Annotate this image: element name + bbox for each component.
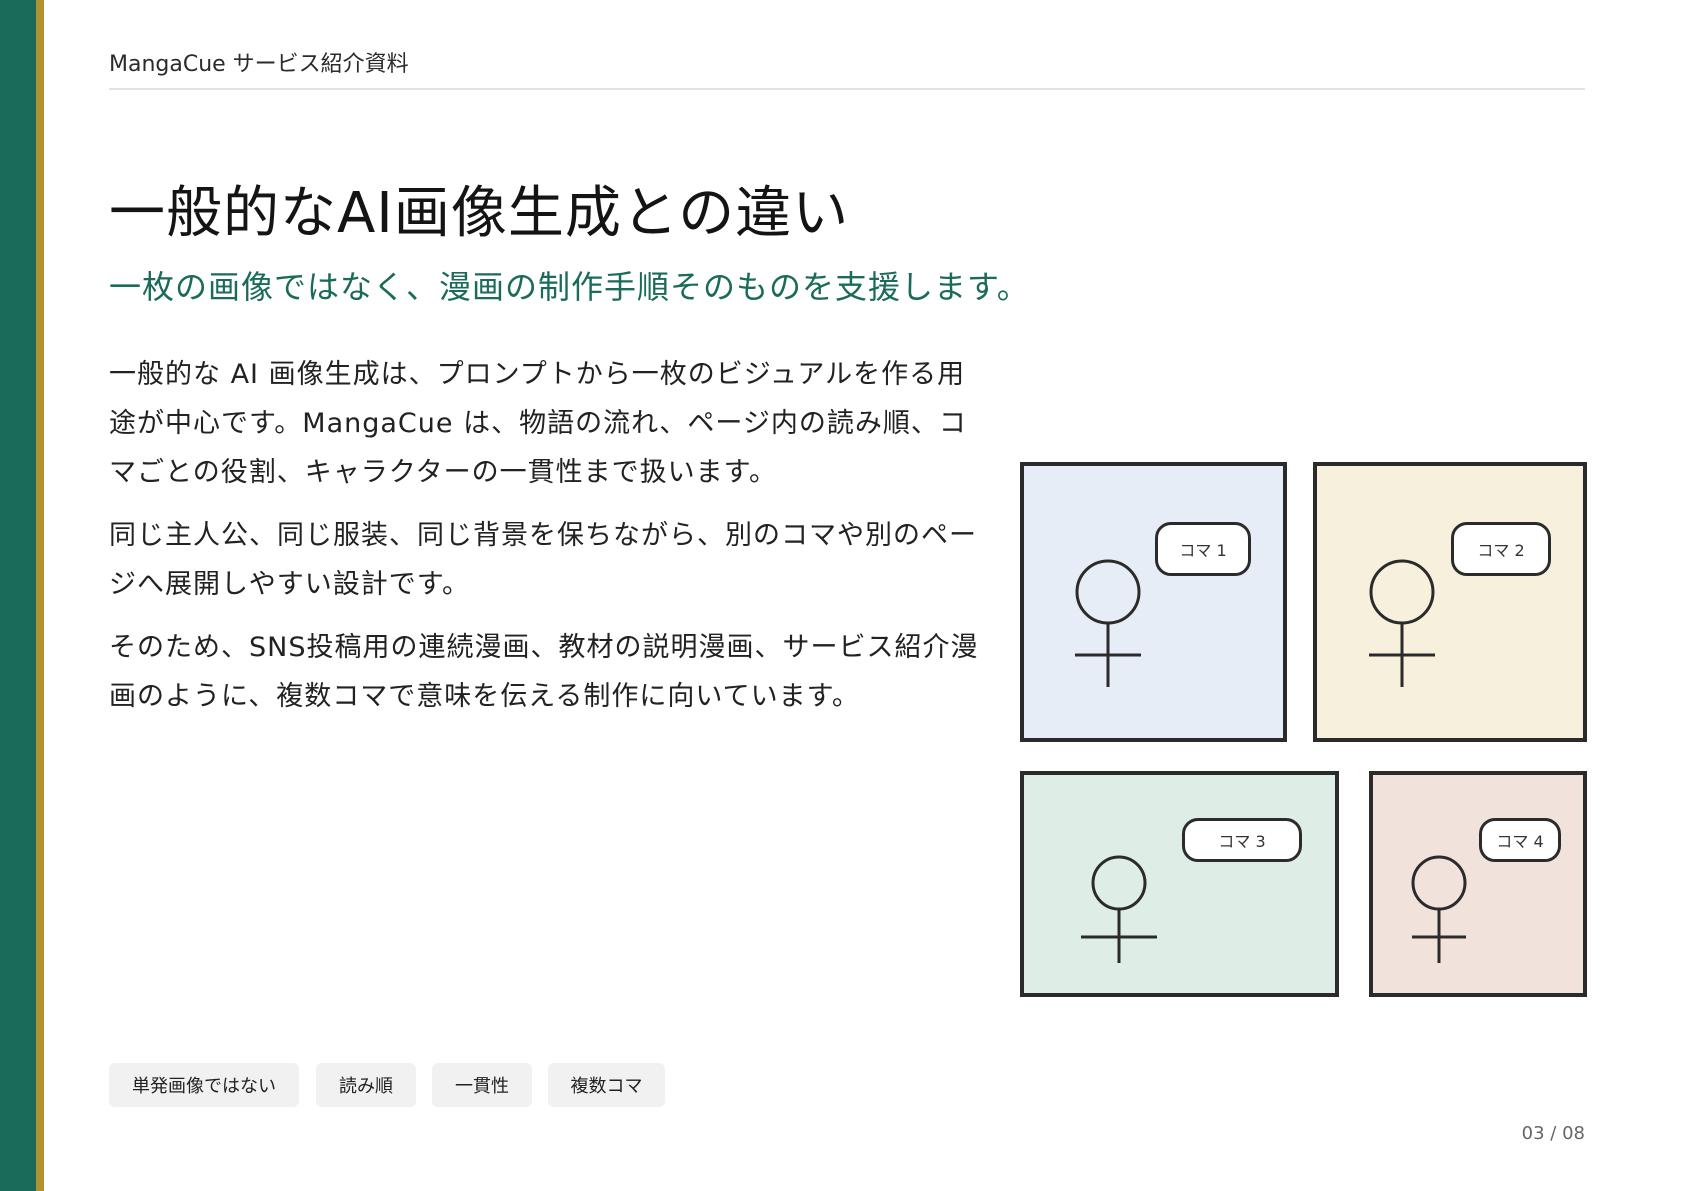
character-figure-icon-2 [1369, 559, 1435, 687]
speech-bubble-1: コマ 1 [1155, 522, 1251, 576]
body-text: 一般的な AI 画像生成は、プロンプトから一枚のビジュアルを作る用途が中心です。… [109, 350, 989, 735]
speech-bubble-4: コマ 4 [1479, 818, 1561, 862]
body-paragraph-1: 一般的な AI 画像生成は、プロンプトから一枚のビジュアルを作る用途が中心です。… [109, 359, 967, 488]
speech-bubble-2: コマ 2 [1451, 522, 1551, 576]
header-title: MangaCue サービス紹介資料 [109, 52, 409, 77]
character-figure-icon-4 [1411, 855, 1467, 963]
header-divider [109, 88, 1585, 90]
tag-reading-order: 読み順 [316, 1063, 416, 1107]
character-figure-icon-1 [1075, 559, 1141, 687]
speech-bubble-3: コマ 3 [1182, 818, 1302, 862]
left-accent-stripe [36, 0, 44, 1191]
body-paragraph-2: 同じ主人公、同じ服装、同じ背景を保ちながら、別のコマや別のページへ展開しやすい設… [109, 520, 977, 600]
page-number: 03 / 08 [1521, 1123, 1585, 1144]
tag-single-image: 単発画像ではない [109, 1063, 299, 1107]
body-paragraph-3: そのため、SNS投稿用の連続漫画、教材の説明漫画、サービス紹介漫画のように、複数… [109, 632, 979, 712]
character-figure-icon-3 [1081, 855, 1157, 963]
left-brand-bar [0, 0, 36, 1191]
tag-multi-panel: 複数コマ [548, 1063, 665, 1107]
manga-panel-2: コマ 2 [1313, 462, 1587, 742]
page-subtitle: 一枚の画像ではなく、漫画の制作手順そのものを支援します。 [109, 268, 1030, 306]
manga-panel-4: コマ 4 [1369, 771, 1587, 997]
tag-consistency: 一貫性 [432, 1063, 532, 1107]
page-title: 一般的なAI画像生成との違い [109, 181, 850, 246]
manga-panel-3: コマ 3 [1020, 771, 1339, 997]
manga-panel-1: コマ 1 [1020, 462, 1287, 742]
